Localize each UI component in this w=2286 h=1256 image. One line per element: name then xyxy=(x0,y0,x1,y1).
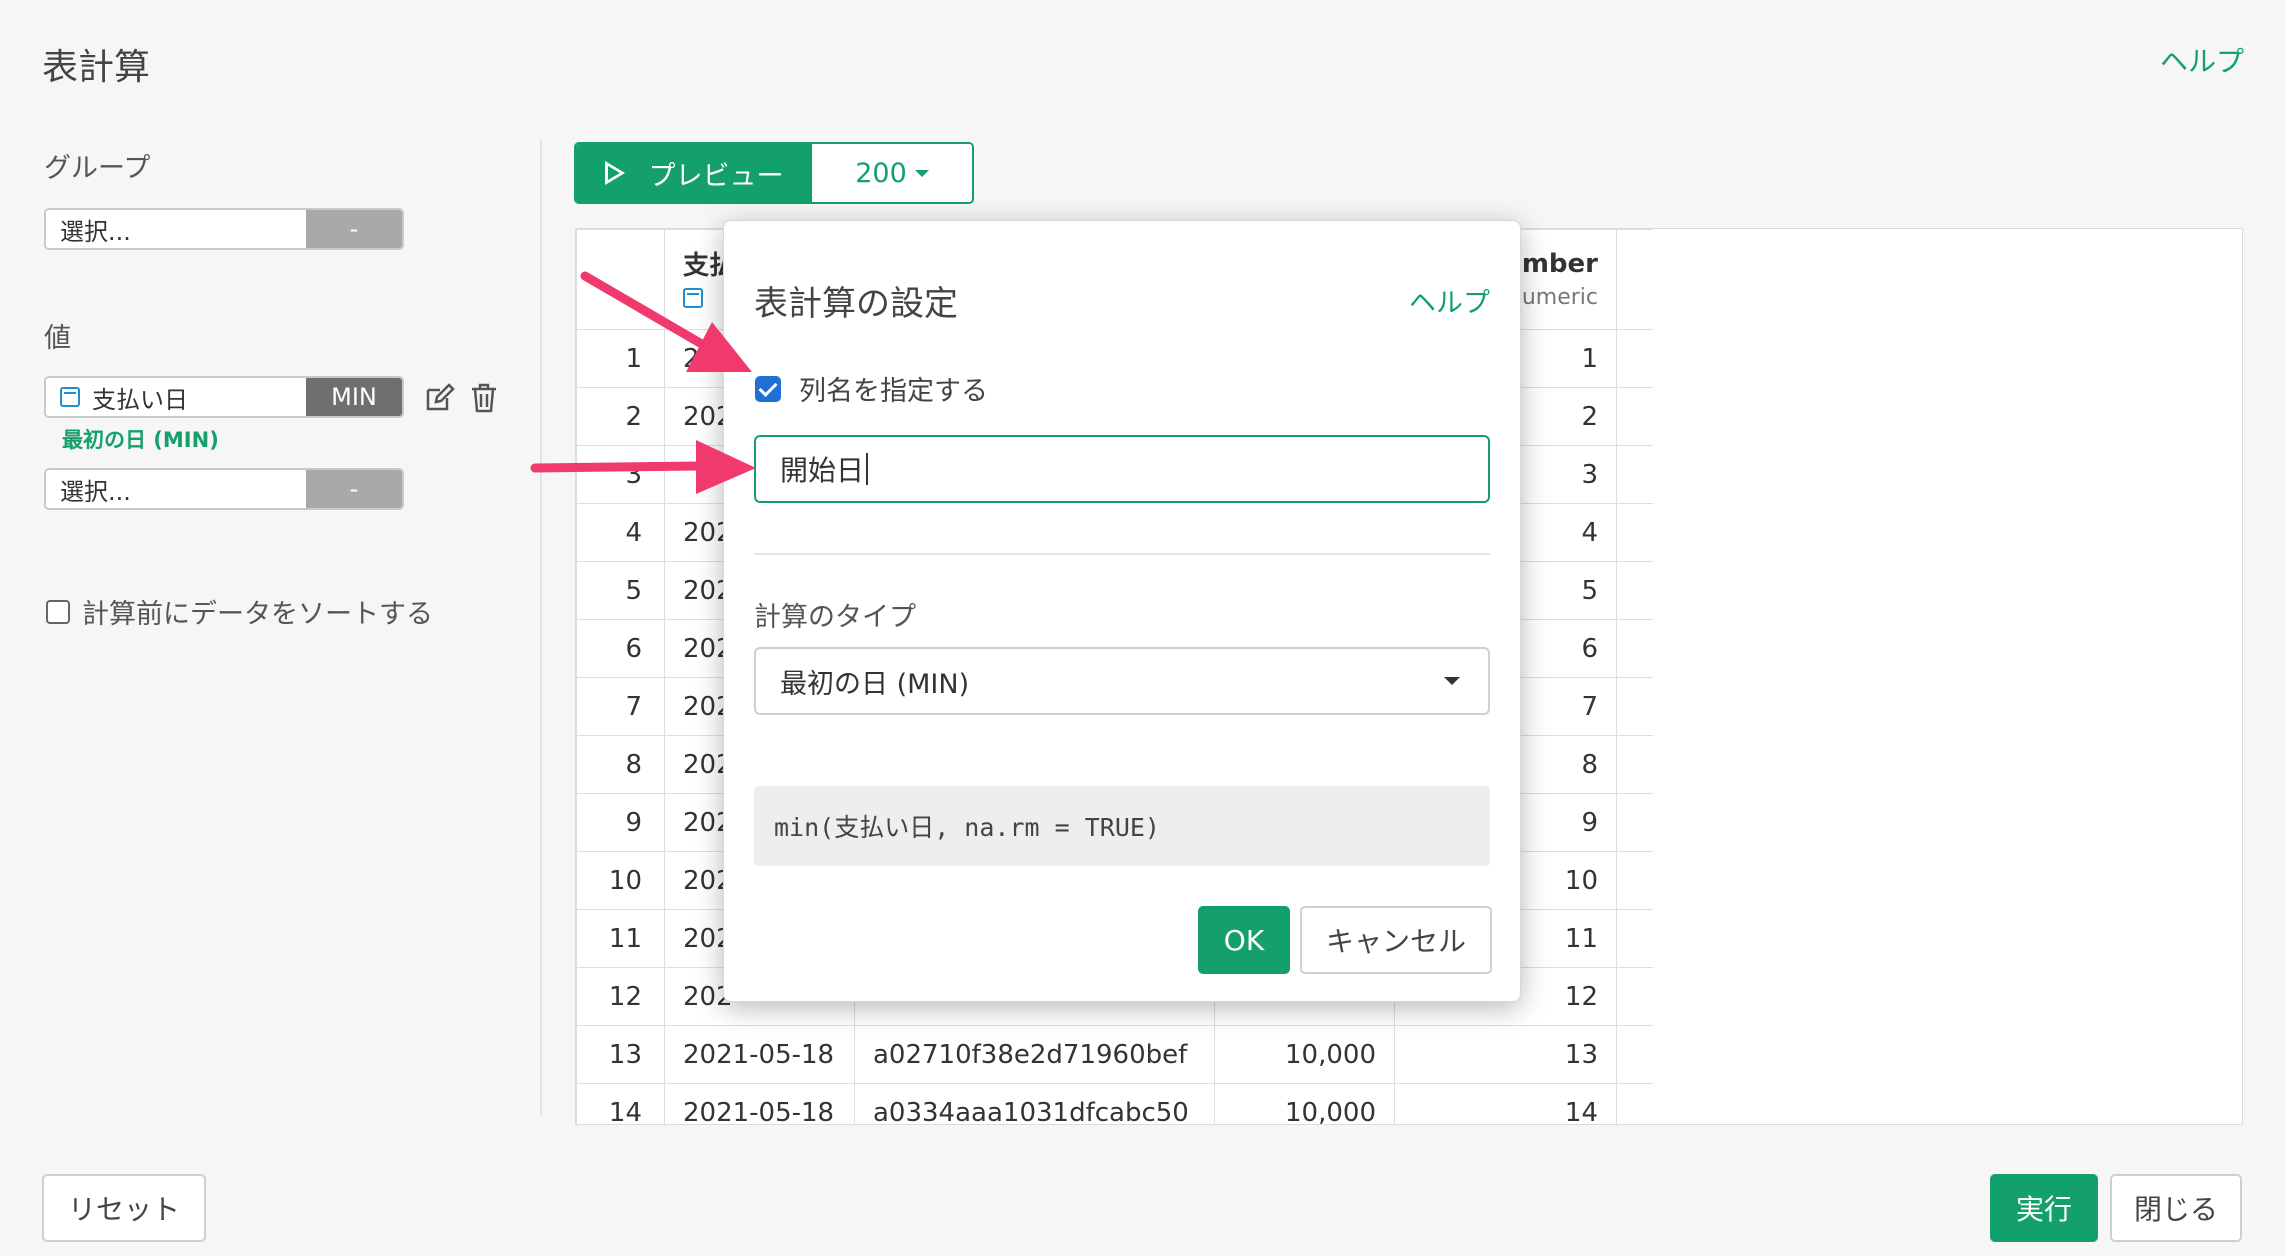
table-row: 14 2021-05-18 a0334aaa1031dfcabc50 10,000 14 xyxy=(576,1083,1653,1124)
grid-filler xyxy=(1616,677,1653,736)
specify-name-checkbox[interactable] xyxy=(755,375,781,402)
row-number-cell: 7 xyxy=(576,677,665,736)
grid-filler xyxy=(1616,735,1653,794)
row-number-cell: 1 xyxy=(576,329,665,388)
table-calc-settings-dialog: 表計算の設定 ヘルプ 列名を指定する 開始日 計算のタイプ 最初の日 (MIN)… xyxy=(723,220,1521,1002)
sort-label: 計算前にデータをソートする xyxy=(82,599,433,630)
calendar-icon xyxy=(683,288,703,308)
row-count-value: 200 xyxy=(855,157,907,189)
value-item-function[interactable]: MIN xyxy=(306,378,402,416)
value-item[interactable]: 支払い日 MIN xyxy=(44,376,404,418)
grid-filler xyxy=(1616,967,1653,1026)
column-name-input[interactable]: 開始日 xyxy=(754,435,1490,503)
value-item-column[interactable]: 支払い日 xyxy=(46,378,306,416)
calc-type-value: 最初の日 (MIN) xyxy=(780,668,970,700)
value-item-column-name: 支払い日 xyxy=(92,385,188,414)
grid-filler xyxy=(1616,229,1653,330)
sort-option[interactable]: 計算前にデータをソートする xyxy=(46,592,433,631)
grid-filler xyxy=(1616,1083,1653,1124)
dialog-help-link[interactable]: ヘルプ xyxy=(1409,281,1490,320)
grid-filler xyxy=(1616,329,1653,388)
help-link[interactable]: ヘルプ xyxy=(2160,40,2244,80)
row-number-cell: 9 xyxy=(576,793,665,852)
specify-name-label: 列名を指定する xyxy=(799,376,988,407)
formula-preview: min(支払い日, na.rm = TRUE) xyxy=(754,786,1490,866)
row-number-cell: 14 xyxy=(576,1083,665,1124)
preview-control[interactable]: プレビュー 200 xyxy=(574,142,974,204)
table-cell: a0334aaa1031dfcabc50 xyxy=(854,1083,1215,1124)
calc-type-label: 計算のタイプ xyxy=(754,602,916,633)
ok-button[interactable]: OK xyxy=(1198,906,1290,974)
grid-filler xyxy=(1616,387,1653,446)
row-number-cell: 8 xyxy=(576,735,665,794)
grid-filler xyxy=(1616,619,1653,678)
grid-filler xyxy=(1616,503,1653,562)
edit-icon[interactable] xyxy=(423,382,455,414)
sidebar-divider xyxy=(540,140,542,1115)
preview-button[interactable]: プレビュー xyxy=(576,144,812,202)
group-label: グループ xyxy=(44,153,151,184)
table-cell: a02710f38e2d71960bef xyxy=(854,1025,1215,1084)
grid-filler xyxy=(1616,793,1653,852)
row-count-dropdown[interactable]: 200 xyxy=(812,144,972,202)
row-number-cell: 13 xyxy=(576,1025,665,1084)
row-number-cell: 5 xyxy=(576,561,665,620)
group-select-text[interactable]: 選択... xyxy=(46,210,306,248)
value-select[interactable]: 選択... - xyxy=(44,468,404,510)
table-cell: 10,000 xyxy=(1214,1025,1395,1084)
grid-filler xyxy=(1616,909,1653,968)
close-button[interactable]: 閉じる xyxy=(2110,1174,2242,1242)
grid-filler xyxy=(1616,851,1653,910)
value-label: 値 xyxy=(44,323,71,354)
sort-checkbox[interactable] xyxy=(46,599,70,624)
table-cell: 14 xyxy=(1394,1083,1617,1124)
page-title: 表計算 xyxy=(42,47,151,88)
row-number-cell: 4 xyxy=(576,503,665,562)
run-button[interactable]: 実行 xyxy=(1990,1174,2098,1242)
row-number-cell: 6 xyxy=(576,619,665,678)
grid-filler xyxy=(1616,1025,1653,1084)
table-cell: 13 xyxy=(1394,1025,1617,1084)
play-icon xyxy=(604,161,625,185)
trash-icon[interactable] xyxy=(470,382,498,414)
dialog-title: 表計算の設定 xyxy=(754,284,958,324)
value-remove-button[interactable]: - xyxy=(306,470,402,508)
row-number-cell: 12 xyxy=(576,967,665,1026)
grid-filler xyxy=(1616,445,1653,504)
dialog-divider xyxy=(754,553,1490,555)
table-cell: 2021-05-18 xyxy=(664,1083,855,1124)
preview-label: プレビュー xyxy=(648,160,784,192)
value-item-sublabel: 最初の日 (MIN) xyxy=(62,428,219,452)
calc-type-select[interactable]: 最初の日 (MIN) xyxy=(754,647,1490,715)
caret-down-icon xyxy=(914,169,929,177)
specify-name-option[interactable]: 列名を指定する xyxy=(755,369,988,408)
row-number-header xyxy=(576,229,665,330)
grid-filler xyxy=(1616,561,1653,620)
table-cell: 2021-05-18 xyxy=(664,1025,855,1084)
group-select[interactable]: 選択... - xyxy=(44,208,404,250)
row-number-cell: 11 xyxy=(576,909,665,968)
row-number-cell: 10 xyxy=(576,851,665,910)
group-remove-button[interactable]: - xyxy=(306,210,402,248)
table-cell: 10,000 xyxy=(1214,1083,1395,1124)
row-number-cell: 3 xyxy=(576,445,665,504)
reset-button[interactable]: リセット xyxy=(42,1174,206,1242)
row-number-cell: 2 xyxy=(576,387,665,446)
caret-down-icon xyxy=(1444,677,1460,685)
table-row: 13 2021-05-18 a02710f38e2d71960bef 10,000 13 xyxy=(576,1025,1653,1084)
calendar-icon xyxy=(60,387,80,407)
value-select-text[interactable]: 選択... xyxy=(46,470,306,508)
cancel-button[interactable]: キャンセル xyxy=(1300,906,1492,974)
